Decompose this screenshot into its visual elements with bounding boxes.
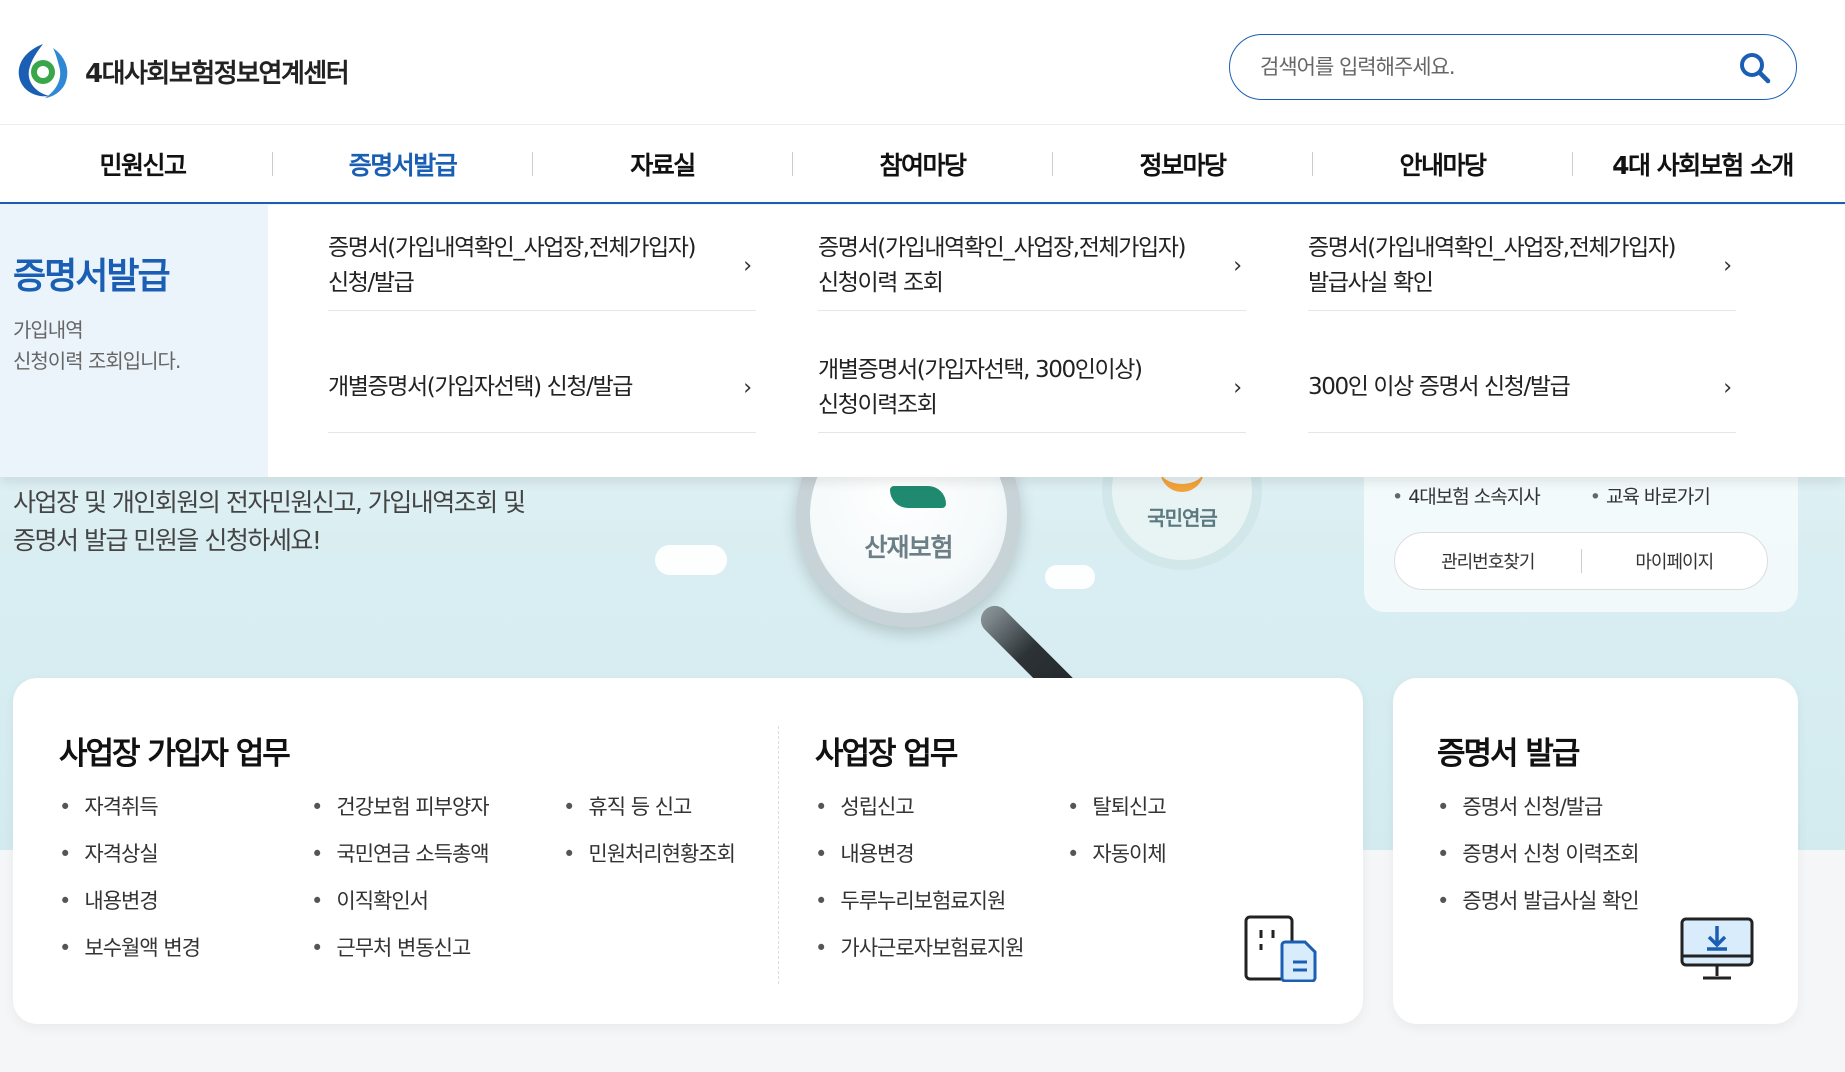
subscriber-list-col3: 휴직 등 신고 민원처리현황조회 — [563, 784, 736, 878]
monitor-download-icon — [1680, 917, 1754, 980]
list-item[interactable]: 증명서 신청 이력조회 — [1437, 831, 1639, 878]
nav-item-civil-report[interactable]: 민원신고 — [13, 146, 272, 182]
list-item[interactable]: 휴직 등 신고 — [563, 784, 735, 831]
list-item[interactable]: 두루누리보험료지원 — [815, 878, 1024, 925]
business-list-col2: 탈퇴신고 자동이체 — [1067, 784, 1166, 878]
list-item[interactable]: 탈퇴신고 — [1067, 784, 1166, 831]
quick-links: 4대보험 소속지사 교육 바로가기 — [1392, 482, 1711, 509]
search-icon[interactable] — [1738, 51, 1772, 85]
mega-desc-line1: 가입내역 — [13, 318, 84, 342]
pension-label: 국민연금 — [1147, 506, 1218, 530]
mega-menu-item-label: 개별증명서(가입자선택) 신청/발급 — [328, 370, 728, 405]
site-header: 4대사회보험정보연계센터 — [0, 0, 1845, 124]
mega-menu-item-individual-history[interactable]: 개별증명서(가입자선택, 300인이상) 신청이력조회 › — [818, 343, 1246, 433]
mega-menu-item-300plus-issue[interactable]: 300인 이상 증명서 신청/발급 › — [1308, 343, 1736, 433]
label-line1: 300인 이상 증명서 신청/발급 — [1308, 374, 1571, 400]
search-box — [1229, 34, 1797, 100]
certificate-card: 증명서 발급 증명서 신청/발급 증명서 신청 이력조회 증명서 발급사실 확인 — [1393, 678, 1798, 1024]
list-item[interactable]: 내용변경 — [59, 878, 200, 925]
main-navigation: 민원신고 증명서발급 자료실 참여마당 정보마당 안내마당 4대 사회보험 소개 — [0, 124, 1845, 204]
mega-desc-line2: 신청이력 조회입니다. — [13, 349, 181, 373]
chevron-right-icon: › — [743, 253, 752, 278]
list-item[interactable]: 보수월액 변경 — [59, 925, 201, 972]
list-item[interactable]: 자격상실 — [59, 831, 200, 878]
mega-menu-item-certificate-issue[interactable]: 증명서(가입내역확인_사업장,전체가입자) 신청/발급 › — [328, 221, 756, 311]
list-item[interactable]: 자동이체 — [1067, 831, 1166, 878]
nav-item-archive[interactable]: 자료실 — [533, 146, 792, 182]
label-line1: 개별증명서(가입자선택) 신청/발급 — [328, 374, 633, 400]
card-divider — [778, 726, 779, 984]
industrial-insurance-logo-icon — [890, 486, 946, 508]
list-item[interactable]: 가사근로자보험료지원 — [815, 925, 1024, 972]
site-logo[interactable]: 4대사회보험정보연계센터 — [13, 40, 350, 102]
subscriber-list-col2: 건강보험 피부양자 국민연금 소득총액 이직확인서 근무처 변동신고 — [311, 784, 489, 972]
certificate-list: 증명서 신청/발급 증명서 신청 이력조회 증명서 발급사실 확인 — [1437, 784, 1639, 925]
list-item[interactable]: 증명서 발급사실 확인 — [1437, 878, 1639, 925]
quick-buttons: 관리번호찾기 마이페이지 — [1394, 532, 1768, 590]
certificate-card-title: 증명서 발급 — [1437, 736, 1580, 772]
cloud-decoration — [1045, 565, 1095, 589]
chevron-right-icon: › — [1723, 375, 1732, 400]
label-line2: 신청/발급 — [328, 269, 415, 296]
logo-icon — [18, 44, 68, 98]
list-item[interactable]: 증명서 신청/발급 — [1437, 784, 1639, 831]
label-line1: 개별증명서(가입자선택, 300인이상) — [818, 356, 1143, 383]
mega-menu-title: 증명서발급 — [13, 256, 171, 297]
list-item[interactable]: 근무처 변동신고 — [311, 925, 489, 972]
mega-menu-dropdown: 증명서발급 가입내역 신청이력 조회입니다. 증명서(가입내역확인_사업장,전체… — [0, 205, 1845, 477]
label-line1: 증명서(가입내역확인_사업장,전체가입자) — [1308, 234, 1676, 261]
nav-item-information[interactable]: 정보마당 — [1053, 146, 1312, 182]
quick-link-education[interactable]: 교육 바로가기 — [1590, 482, 1711, 509]
nav-item-guide[interactable]: 안내마당 — [1313, 146, 1572, 182]
nav-item-certificate[interactable]: 증명서발급 — [273, 146, 532, 182]
logo-text: 4대사회보험정보연계센터 — [85, 58, 350, 89]
business-services-card: 사업장 가입자 업무 자격취득 자격상실 내용변경 보수월액 변경 건강보험 피… — [13, 678, 1363, 1024]
nav-item-participation[interactable]: 참여마당 — [793, 146, 1052, 182]
business-work-title: 사업장 업무 — [815, 736, 958, 772]
list-item[interactable]: 성립신고 — [815, 784, 1024, 831]
quick-link-branch[interactable]: 4대보험 소속지사 — [1392, 482, 1540, 509]
business-list-col1: 성립신고 내용변경 두루누리보험료지원 가사근로자보험료지원 — [815, 784, 1024, 972]
find-management-number-button[interactable]: 관리번호찾기 — [1395, 533, 1581, 589]
list-item[interactable]: 자격취득 — [59, 784, 200, 831]
label-line1: 증명서(가입내역확인_사업장,전체가입자) — [328, 234, 696, 261]
chevron-right-icon: › — [1233, 253, 1242, 278]
list-item[interactable]: 이직확인서 — [311, 878, 489, 925]
mega-menu-item-individual-issue[interactable]: 개별증명서(가입자선택) 신청/발급 › — [328, 343, 756, 433]
chevron-right-icon: › — [743, 375, 752, 400]
list-item[interactable]: 민원처리현황조회 — [563, 831, 736, 878]
list-item[interactable]: 국민연금 소득총액 — [311, 831, 489, 878]
mega-menu-item-label: 300인 이상 증명서 신청/발급 — [1308, 370, 1708, 405]
magnifier-label: 산재보험 — [864, 533, 953, 562]
chevron-right-icon: › — [1233, 375, 1242, 400]
mega-menu-item-label: 증명서(가입내역확인_사업장,전체가입자) 신청이력 조회 — [818, 231, 1218, 301]
chevron-right-icon: › — [1723, 253, 1732, 278]
mypage-button[interactable]: 마이페이지 — [1582, 533, 1768, 589]
mega-menu-description: 가입내역 신청이력 조회입니다. — [13, 315, 181, 377]
mega-menu-item-label: 증명서(가입내역확인_사업장,전체가입자) 발급사실 확인 — [1308, 231, 1708, 301]
nav-item-about[interactable]: 4대 사회보험 소개 — [1573, 146, 1832, 182]
list-item[interactable]: 내용변경 — [815, 831, 1024, 878]
hero-description: 사업장 및 개인회원의 전자민원신고, 가입내역조회 및 증명서 발급 민원을 … — [13, 484, 526, 560]
mega-menu-item-label: 증명서(가입내역확인_사업장,전체가입자) 신청/발급 — [328, 231, 728, 301]
mega-menu-side: 증명서발급 가입내역 신청이력 조회입니다. — [0, 205, 268, 477]
hero-text-line1: 사업장 및 개인회원의 전자민원신고, 가입내역조회 및 — [13, 488, 526, 517]
cloud-decoration — [655, 545, 727, 575]
mega-menu-item-label: 개별증명서(가입자선택, 300인이상) 신청이력조회 — [818, 353, 1218, 423]
label-line2: 신청이력 조회 — [818, 269, 944, 296]
subscriber-work-title: 사업장 가입자 업무 — [59, 736, 291, 772]
label-line2: 신청이력조회 — [818, 391, 938, 418]
mega-menu-item-certificate-history[interactable]: 증명서(가입내역확인_사업장,전체가입자) 신청이력 조회 › — [818, 221, 1246, 311]
label-line2: 발급사실 확인 — [1308, 269, 1434, 296]
building-document-icon — [1244, 915, 1317, 982]
subscriber-list-col1: 자격취득 자격상실 내용변경 보수월액 변경 — [59, 784, 201, 972]
search-input[interactable] — [1260, 49, 1720, 85]
list-item[interactable]: 건강보험 피부양자 — [311, 784, 489, 831]
mega-menu-item-certificate-verify[interactable]: 증명서(가입내역확인_사업장,전체가입자) 발급사실 확인 › — [1308, 221, 1736, 311]
label-line1: 증명서(가입내역확인_사업장,전체가입자) — [818, 234, 1186, 261]
hero-text-line2: 증명서 발급 민원을 신청하세요! — [13, 526, 322, 555]
